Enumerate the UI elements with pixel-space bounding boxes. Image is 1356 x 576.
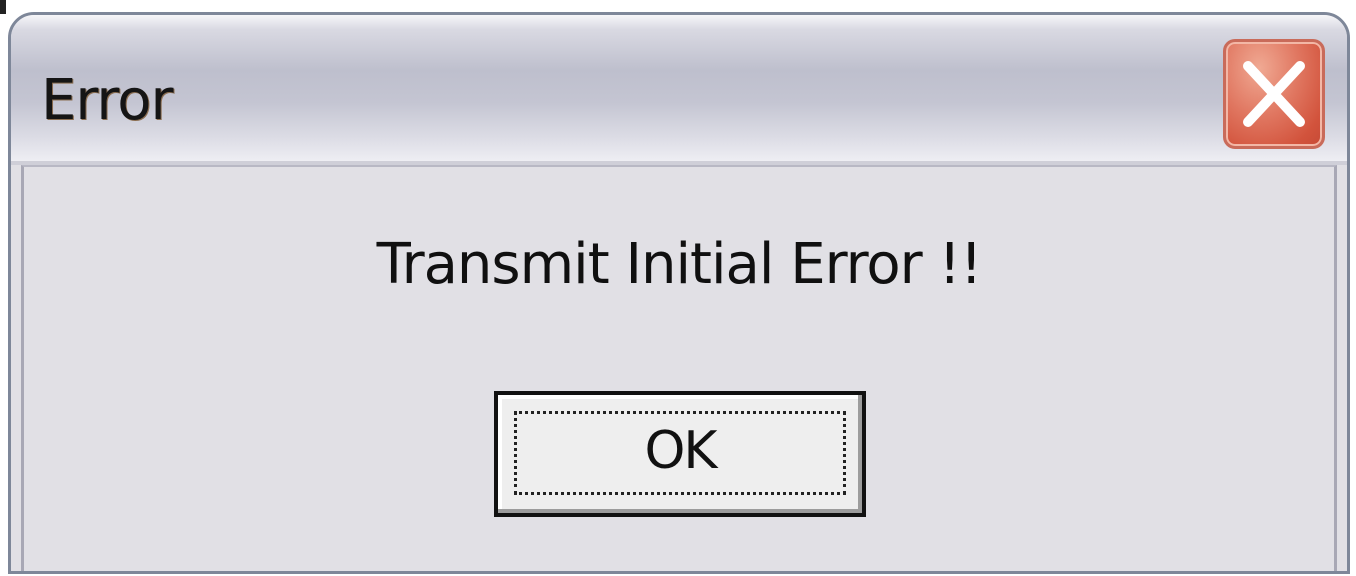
error-message: Transmit Initial Error !! bbox=[376, 232, 983, 297]
error-dialog: Error Transmit Initial Error !! OK bbox=[8, 12, 1350, 574]
ok-button[interactable]: OK bbox=[494, 391, 866, 517]
dialog-body: Transmit Initial Error !! OK bbox=[21, 165, 1337, 571]
corner-artifact bbox=[0, 0, 6, 14]
title-bar[interactable]: Error bbox=[11, 15, 1347, 165]
ok-button-label: OK bbox=[644, 421, 717, 481]
dialog-title: Error bbox=[41, 68, 173, 133]
close-button[interactable] bbox=[1223, 39, 1325, 149]
close-icon bbox=[1243, 61, 1305, 127]
